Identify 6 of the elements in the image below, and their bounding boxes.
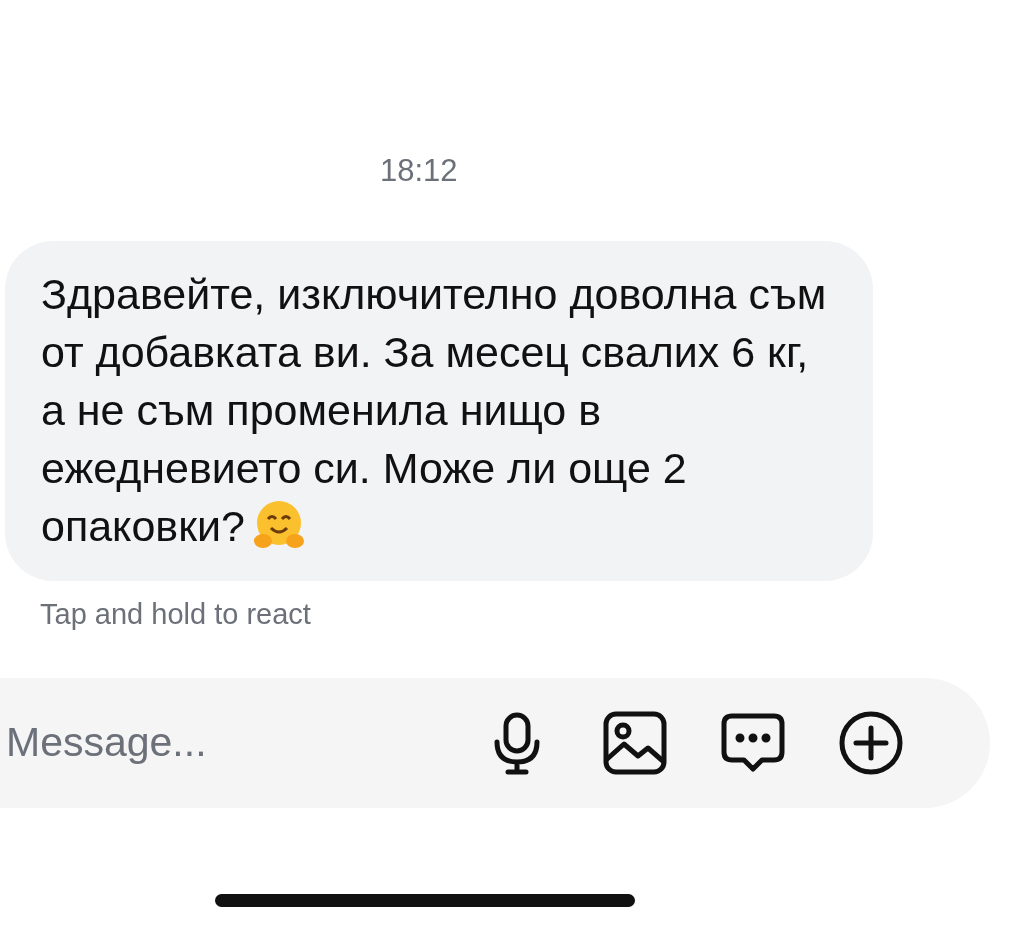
add-icon[interactable] — [838, 710, 904, 776]
image-icon[interactable] — [602, 710, 668, 776]
message-bubble: Здравейте, изключително доволна съм от добавката ви. За месец свалих 6 кг, а не съм променила нищо в ежедневието си. Може ли още 2 опаковки? — [5, 240, 873, 581]
message-field[interactable]: Message... — [4, 711, 484, 775]
react-hint: Tap and hold to react — [40, 596, 312, 632]
timestamp: 18:12 — [380, 152, 458, 190]
